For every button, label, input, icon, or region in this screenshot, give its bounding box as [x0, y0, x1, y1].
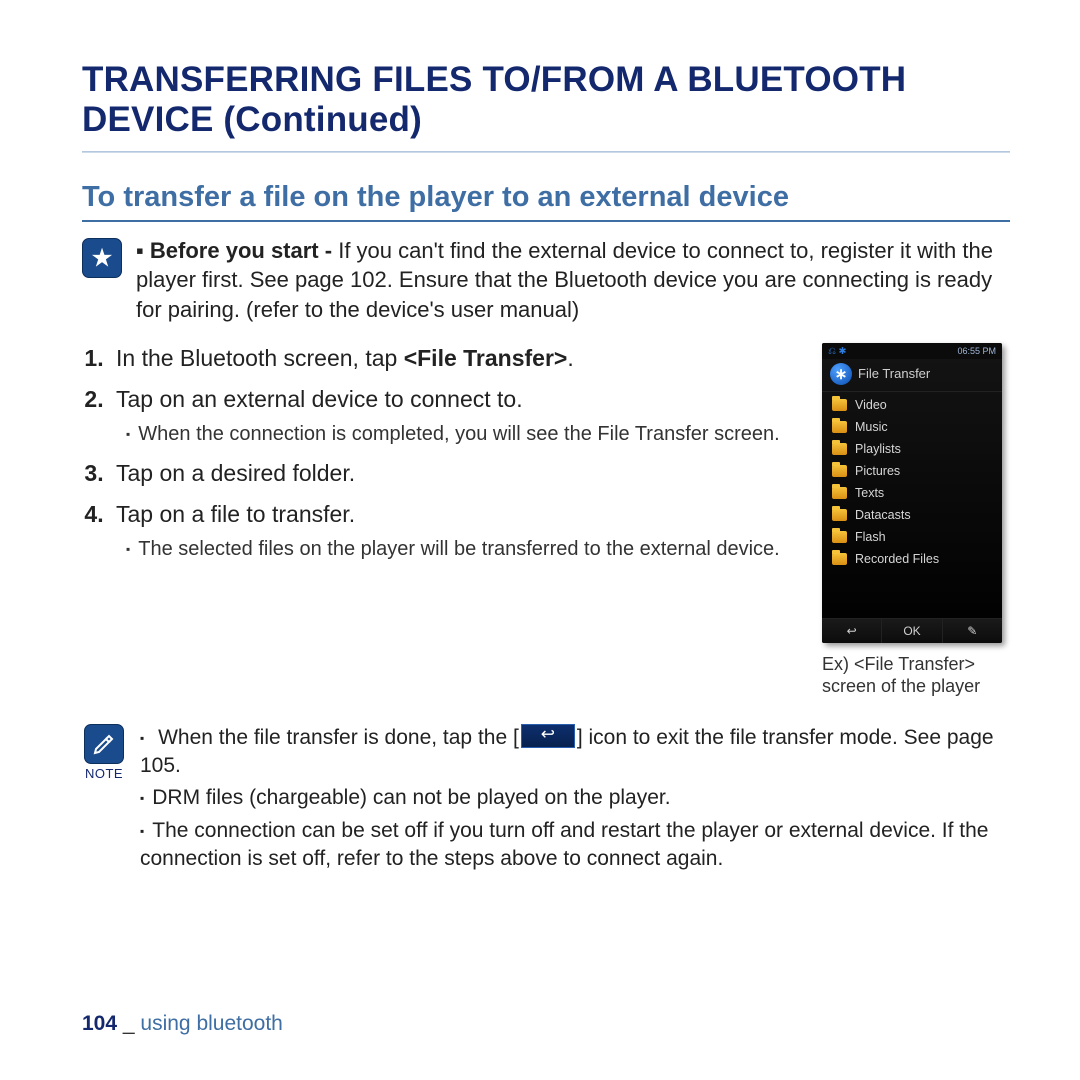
- page-footer: 104 _ using bluetooth: [82, 1012, 283, 1036]
- step-2-text: Tap on an external device to connect to.: [116, 386, 523, 412]
- folder-icon: [832, 443, 847, 455]
- folder-label: Datacasts: [855, 508, 911, 522]
- bluetooth-icon: ∗: [830, 363, 852, 385]
- bluetooth-mini-icon: ⎌ ✱: [828, 346, 846, 357]
- folder-pictures[interactable]: Pictures: [822, 460, 1002, 482]
- device-write-button[interactable]: ✎: [943, 619, 1002, 643]
- folder-datacasts[interactable]: Datacasts: [822, 504, 1002, 526]
- folder-label: Playlists: [855, 442, 901, 456]
- device-time: 06:55 PM: [957, 346, 996, 356]
- before-you-start-callout: ▪ Before you start - If you can't find t…: [82, 236, 1010, 325]
- folder-icon: [832, 531, 847, 543]
- note-item-3: The connection can be set off if you tur…: [140, 817, 1010, 874]
- footer-section: using bluetooth: [140, 1012, 282, 1035]
- note-callout: NOTE When the file transfer is done, tap…: [82, 724, 1010, 878]
- folder-icon: [832, 399, 847, 411]
- step-2: Tap on an external device to connect to.…: [110, 384, 800, 448]
- folder-label: Texts: [855, 486, 884, 500]
- folder-icon: [832, 487, 847, 499]
- step-1: In the Bluetooth screen, tap <File Trans…: [110, 343, 800, 374]
- folder-label: Flash: [855, 530, 886, 544]
- note-1-pre: When the file transfer is done, tap the …: [158, 726, 519, 749]
- page-title: TRANSFERRING FILES TO/FROM A BLUETOOTH D…: [82, 60, 1010, 141]
- step-3: Tap on a desired folder.: [110, 458, 800, 489]
- section-heading: To transfer a file on the player to an e…: [82, 181, 1010, 214]
- device-caption: Ex) <File Transfer> screen of the player: [822, 653, 1010, 698]
- device-back-button[interactable]: ↩: [822, 619, 882, 643]
- folder-icon: [832, 509, 847, 521]
- folder-label: Recorded Files: [855, 552, 939, 566]
- device-header-title: File Transfer: [858, 366, 930, 381]
- folder-icon: [832, 465, 847, 477]
- device-header: ∗ File Transfer: [822, 359, 1002, 392]
- section-rule: [82, 220, 1010, 222]
- step-2-sub: When the connection is completed, you wi…: [126, 421, 800, 448]
- page-number: 104: [82, 1012, 117, 1035]
- step-3-text: Tap on a desired folder.: [116, 460, 355, 486]
- folder-video[interactable]: Video: [822, 394, 1002, 416]
- device-statusbar: ⎌ ✱ 06:55 PM: [822, 343, 1002, 359]
- folder-label: Pictures: [855, 464, 900, 478]
- title-rule: [82, 151, 1010, 153]
- folder-icon: [832, 553, 847, 565]
- step-1-post: .: [567, 345, 573, 371]
- folder-music[interactable]: Music: [822, 416, 1002, 438]
- callout-label: Before you start -: [150, 238, 332, 263]
- step-4: Tap on a file to transfer. The selected …: [110, 499, 800, 563]
- step-4-text: Tap on a file to transfer.: [116, 501, 355, 527]
- step-4-sub: The selected files on the player will be…: [126, 536, 800, 563]
- folder-texts[interactable]: Texts: [822, 482, 1002, 504]
- back-icon: [521, 724, 575, 748]
- device-folder-list: Video Music Playlists Pictures Texts Dat…: [822, 392, 1002, 618]
- star-icon: [82, 238, 122, 278]
- folder-flash[interactable]: Flash: [822, 526, 1002, 548]
- device-screenshot: ⎌ ✱ 06:55 PM ∗ File Transfer Video Music…: [822, 343, 1002, 643]
- note-item-1: When the file transfer is done, tap the …: [140, 724, 1010, 781]
- note-item-2: DRM files (chargeable) can not be played…: [140, 784, 1010, 812]
- folder-label: Music: [855, 420, 888, 434]
- note-label: NOTE: [82, 766, 126, 781]
- step-list: In the Bluetooth screen, tap <File Trans…: [82, 343, 800, 563]
- folder-recorded-files[interactable]: Recorded Files: [822, 548, 1002, 570]
- step-1-pre: In the Bluetooth screen, tap: [116, 345, 404, 371]
- step-1-bold: <File Transfer>: [404, 345, 568, 371]
- callout-text: ▪ Before you start - If you can't find t…: [136, 236, 1010, 325]
- device-footer: ↩ OK ✎: [822, 618, 1002, 643]
- note-list: When the file transfer is done, tap the …: [140, 724, 1010, 878]
- folder-icon: [832, 421, 847, 433]
- folder-playlists[interactable]: Playlists: [822, 438, 1002, 460]
- note-icon: [84, 724, 124, 764]
- folder-label: Video: [855, 398, 887, 412]
- device-ok-button[interactable]: OK: [882, 619, 942, 643]
